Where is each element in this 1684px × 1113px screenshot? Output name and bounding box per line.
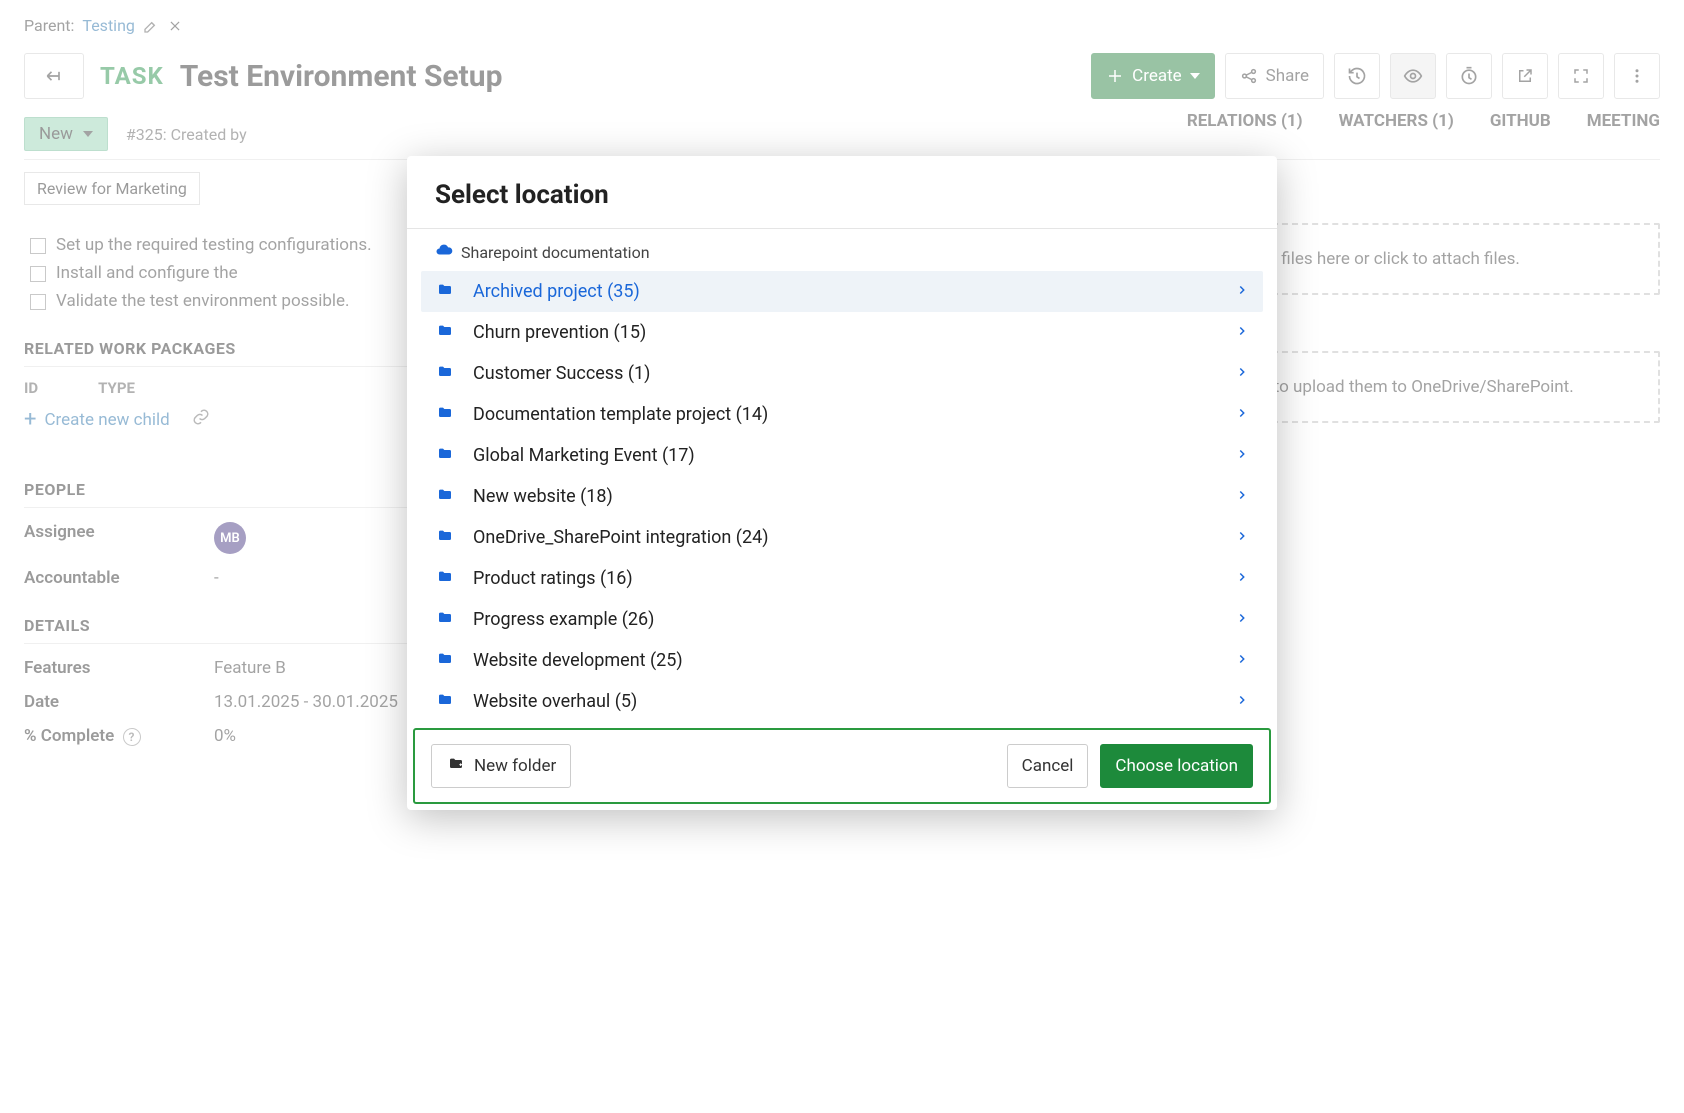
new-folder-label: New folder [474,756,556,776]
folder-row[interactable]: Website overhaul (5) [421,681,1263,722]
folder-row[interactable]: OneDrive_SharePoint integration (24) [421,517,1263,558]
folder-name: Archived project (35) [473,281,1217,302]
choose-location-button[interactable]: Choose location [1100,744,1253,788]
chevron-right-icon [1235,324,1249,342]
chevron-right-icon [1235,365,1249,383]
folder-name: Product ratings (16) [473,568,1217,589]
choose-label: Choose location [1115,756,1238,776]
folder-icon [435,528,455,548]
folder-plus-icon [446,756,466,777]
folder-name: Churn prevention (15) [473,322,1217,343]
folder-row[interactable]: Website development (25) [421,640,1263,681]
folder-icon [435,282,455,302]
chevron-right-icon [1235,570,1249,588]
chevron-right-icon [1235,529,1249,547]
chevron-right-icon [1235,283,1249,301]
folder-row[interactable]: Documentation template project (14) [421,394,1263,435]
folder-row[interactable]: Archived project (35) [421,271,1263,312]
folder-row[interactable]: Progress example (26) [421,599,1263,640]
chevron-right-icon [1235,488,1249,506]
folder-row[interactable]: Global Marketing Event (17) [421,435,1263,476]
folder-icon [435,405,455,425]
folder-name: Progress example (26) [473,609,1217,630]
cancel-button[interactable]: Cancel [1007,744,1089,788]
cloud-icon [435,241,453,263]
chevron-right-icon [1235,693,1249,711]
modal-title: Select location [435,180,1249,210]
folder-name: Global Marketing Event (17) [473,445,1217,466]
folder-icon [435,569,455,589]
select-location-modal: Select location Sharepoint documentation… [407,156,1277,810]
folder-row[interactable]: Churn prevention (15) [421,312,1263,353]
breadcrumb-text: Sharepoint documentation [461,243,650,262]
folder-icon [435,610,455,630]
folder-icon [435,692,455,712]
folder-icon [435,651,455,671]
chevron-right-icon [1235,652,1249,670]
new-folder-button[interactable]: New folder [431,744,571,788]
breadcrumb[interactable]: Sharepoint documentation [407,229,1277,271]
folder-icon [435,487,455,507]
folder-icon [435,446,455,466]
chevron-right-icon [1235,447,1249,465]
folder-name: Documentation template project (14) [473,404,1217,425]
folder-name: OneDrive_SharePoint integration (24) [473,527,1217,548]
folder-row[interactable]: Product ratings (16) [421,558,1263,599]
folder-icon [435,323,455,343]
folder-icon [435,364,455,384]
chevron-right-icon [1235,611,1249,629]
folder-name: Website development (25) [473,650,1217,671]
folder-row[interactable]: New website (18) [421,476,1263,517]
folder-name: Customer Success (1) [473,363,1217,384]
folder-name: New website (18) [473,486,1217,507]
chevron-right-icon [1235,406,1249,424]
folder-row[interactable]: Customer Success (1) [421,353,1263,394]
cancel-label: Cancel [1022,756,1074,776]
folder-name: Website overhaul (5) [473,691,1217,712]
